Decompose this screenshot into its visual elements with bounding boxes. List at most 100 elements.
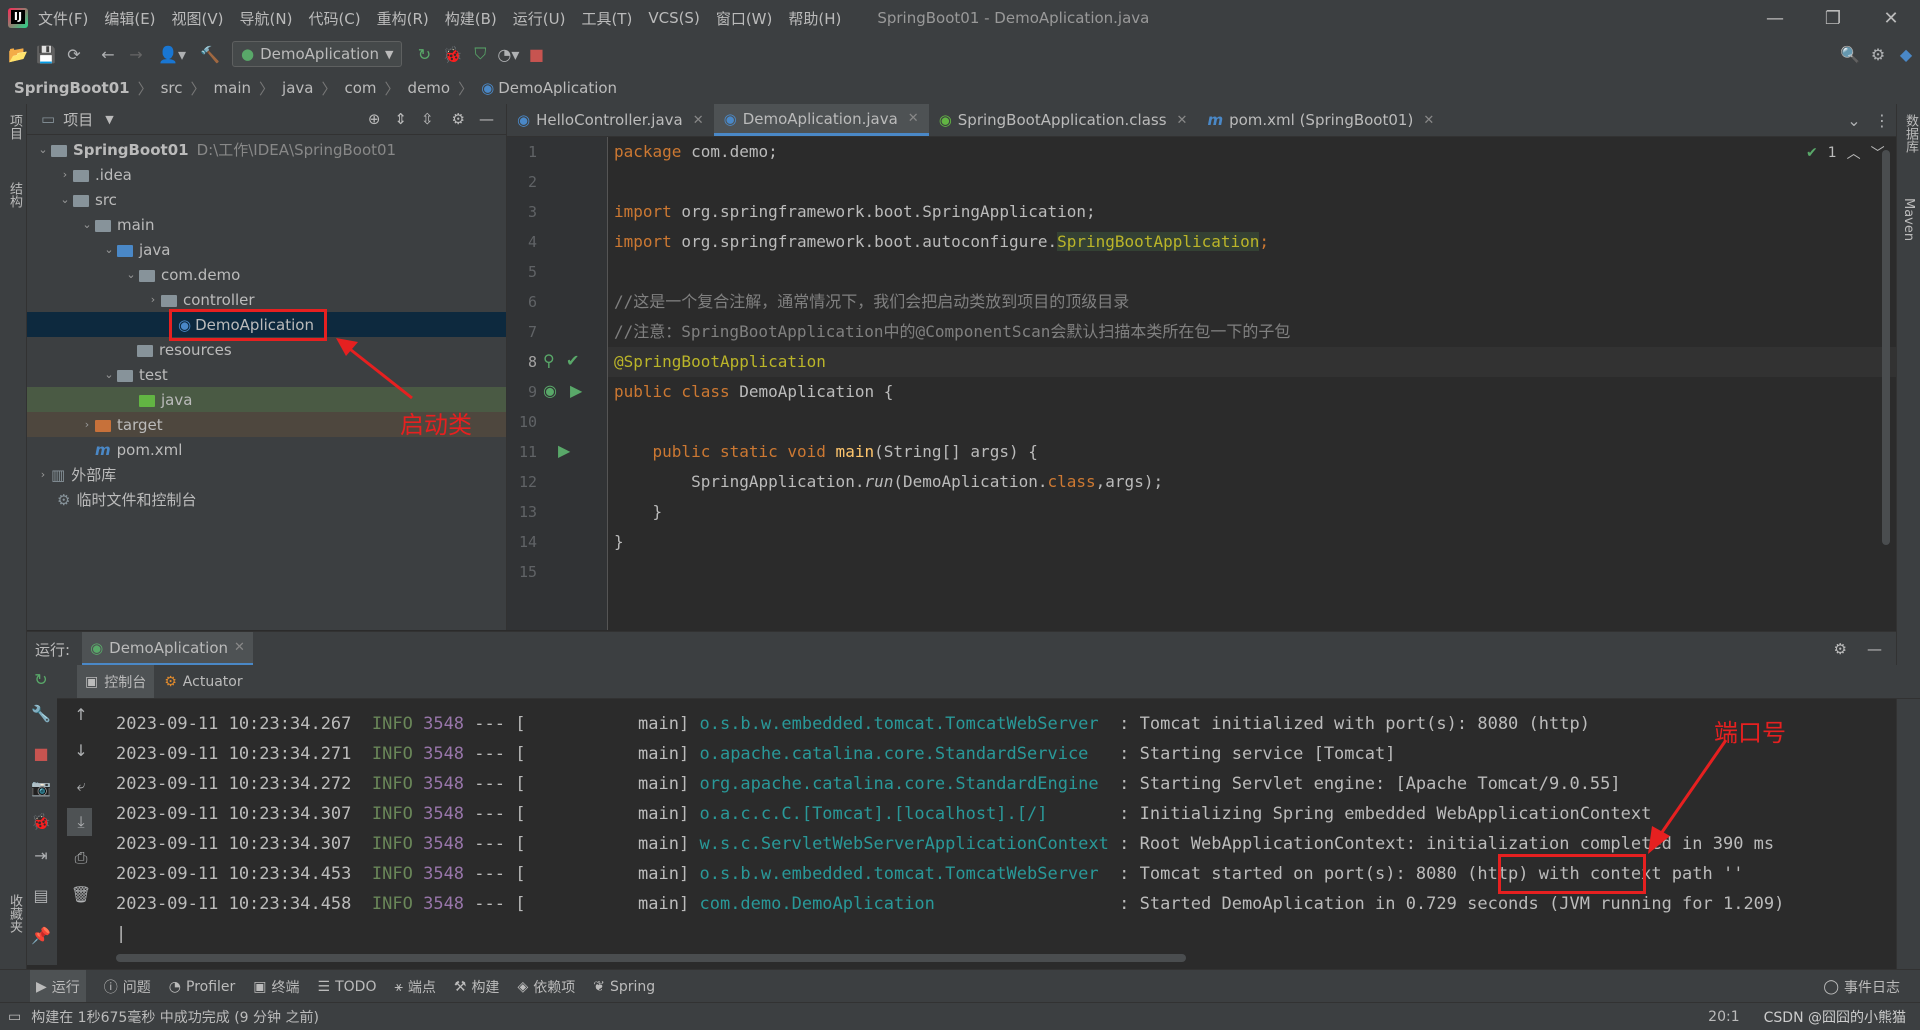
tree-item-resources[interactable]: resources <box>27 337 506 362</box>
collapse-all-icon[interactable]: ⇳ <box>421 110 434 128</box>
run-gutter-icon[interactable]: ▶ <box>570 381 582 400</box>
gear-icon[interactable]: ⚙ <box>452 110 465 128</box>
console-output[interactable]: 2023-09-11 10:23:34.267 INFO 3548 --- [ … <box>92 699 1896 965</box>
sync-icon[interactable]: ⟳ <box>60 40 88 68</box>
menu-item-2[interactable]: 视图(V) <box>172 8 224 29</box>
close-icon[interactable]: ✕ <box>1423 113 1434 128</box>
tree-item-project-root[interactable]: ⌄ SpringBoot01 D:\工作\IDEA\SpringBoot01 <box>27 137 506 162</box>
forward-icon[interactable]: → <box>122 40 150 68</box>
chevron-down-icon[interactable]: ⌄ <box>101 368 117 381</box>
project-panel-title[interactable]: 项目 <box>63 109 93 130</box>
open-folder-icon[interactable]: 📂 <box>4 40 32 68</box>
breadcrumb-item-class[interactable]: DemoAplication <box>498 79 617 97</box>
console-horizontal-scrollbar[interactable] <box>116 954 1186 962</box>
rerun-icon[interactable]: ↻ <box>410 40 438 68</box>
project-tool-tab[interactable]: 项目 <box>5 114 24 140</box>
close-icon[interactable]: ✕ <box>693 113 704 128</box>
chevron-down-icon[interactable]: ⌄ <box>79 218 95 231</box>
pin-icon[interactable]: 📌 <box>27 921 55 949</box>
chevron-up-icon[interactable]: ︿ <box>1847 143 1861 163</box>
menu-item-9[interactable]: VCS(S) <box>648 9 699 27</box>
scroll-to-end-icon[interactable]: ⤓ <box>67 808 95 836</box>
run-gutter-icon[interactable]: ▶ <box>558 441 570 460</box>
tree-item-scratches[interactable]: ⚙ 临时文件和控制台 <box>27 487 506 512</box>
exit-icon[interactable]: ⇥ <box>27 841 55 869</box>
chevron-down-icon[interactable]: ⌄ <box>35 143 51 156</box>
breadcrumb-item-project[interactable]: SpringBoot01 <box>14 79 130 97</box>
locate-icon[interactable]: ⊕ <box>368 110 381 128</box>
run-tab-demoaplication[interactable]: ◉ DemoAplication ✕ <box>82 632 253 666</box>
gear-icon[interactable]: ⚙ <box>1834 640 1847 658</box>
build-hammer-icon[interactable]: 🔨 <box>196 40 224 68</box>
maven-tool-tab[interactable]: Maven <box>1901 198 1916 241</box>
bottom-tab-profiler[interactable]: ◔ Profiler <box>169 979 236 995</box>
menu-item-6[interactable]: 构建(B) <box>445 8 497 29</box>
tree-item-idea[interactable]: › .idea <box>27 162 506 187</box>
menu-item-10[interactable]: 窗口(W) <box>716 8 773 29</box>
inspection-widget[interactable]: ✔ 1 ︿ ﹀ <box>1806 143 1885 163</box>
tab-actuator[interactable]: ⚙ Actuator <box>154 665 252 698</box>
tree-item-src[interactable]: ⌄ src <box>27 187 506 212</box>
status-panel-icon[interactable]: ▭ <box>8 1009 21 1025</box>
tab-demoaplication[interactable]: ◉ DemoAplication.java ✕ <box>713 104 929 136</box>
close-icon[interactable]: ✕ <box>1862 8 1920 29</box>
save-icon[interactable]: 💾 <box>32 40 60 68</box>
wrench-icon[interactable]: 🔧 <box>27 699 55 727</box>
tab-springbootapplication-class[interactable]: ◉ SpringBootApplication.class ✕ <box>929 104 1198 136</box>
database-tool-tab[interactable]: 数据库 <box>1901 114 1920 153</box>
chevron-down-icon[interactable]: ⌄ <box>57 193 73 206</box>
search-icon[interactable]: 🔍 <box>1836 40 1864 68</box>
breadcrumb-item-src[interactable]: src <box>161 79 183 97</box>
close-icon[interactable]: ✕ <box>908 111 919 126</box>
bottom-tab-dependencies[interactable]: ◈ 依赖项 <box>517 977 575 997</box>
bottom-tab-spring[interactable]: ❦ Spring <box>593 979 655 995</box>
menu-item-5[interactable]: 重构(R) <box>377 8 429 29</box>
debug-icon[interactable]: 🐞 <box>27 807 55 835</box>
status-message[interactable]: 构建在 1秒675毫秒 中成功完成 (9 分钟 之前) <box>31 1007 319 1027</box>
chevron-right-icon[interactable]: › <box>145 293 161 306</box>
bottom-tab-endpoints[interactable]: ⚹ 端点 <box>394 977 435 997</box>
bottom-tab-problems[interactable]: ⓘ 问题 <box>104 977 151 997</box>
stop-icon[interactable]: ■ <box>27 739 55 767</box>
coverage-icon[interactable]: ⛉ <box>466 40 494 68</box>
tree-item-external-libraries[interactable]: › ▥ 外部库 <box>27 462 506 487</box>
chevron-right-icon[interactable]: › <box>35 468 51 481</box>
structure-tool-tab[interactable]: 结构 <box>5 182 24 208</box>
chevron-down-icon[interactable]: ⌄ <box>101 243 117 256</box>
print-icon[interactable]: ⎙ <box>67 844 95 872</box>
tree-item-java-main[interactable]: ⌄ java <box>27 237 506 262</box>
minimize-icon[interactable]: — <box>1746 8 1804 29</box>
menu-item-7[interactable]: 运行(U) <box>513 8 566 29</box>
chevron-down-icon[interactable]: ▼ <box>105 113 113 126</box>
toolbox-icon[interactable]: ◆ <box>1892 40 1920 68</box>
debug-icon[interactable]: 🐞 <box>438 40 466 68</box>
breadcrumb-item-demo[interactable]: demo <box>408 79 451 97</box>
chevron-right-icon[interactable]: › <box>79 418 95 431</box>
breadcrumb-item-main[interactable]: main <box>214 79 251 97</box>
close-icon[interactable]: ✕ <box>234 640 245 655</box>
tree-item-package-com-demo[interactable]: ⌄ com.demo <box>27 262 506 287</box>
menu-item-0[interactable]: 文件(F) <box>38 8 88 29</box>
stop-icon[interactable]: ■ <box>522 40 550 68</box>
tree-item-pom[interactable]: m pom.xml <box>27 437 506 462</box>
bottom-tab-todo[interactable]: ☰ TODO <box>318 979 377 995</box>
gear-icon[interactable]: ⚙ <box>1864 40 1892 68</box>
rerun-icon[interactable]: ↻ <box>27 665 55 693</box>
menu-item-1[interactable]: 编辑(E) <box>104 8 155 29</box>
more-icon[interactable]: ⋮ <box>1868 106 1896 134</box>
cursor-position[interactable]: 20:1 <box>1708 1009 1739 1025</box>
breadcrumb-item-java[interactable]: java <box>282 79 313 97</box>
trash-icon[interactable]: 🗑 <box>67 880 95 908</box>
spring-bean-gutter-icon[interactable]: ◉ <box>543 381 557 400</box>
hide-icon[interactable]: — <box>1867 640 1882 658</box>
bottom-tab-build[interactable]: ⚒ 构建 <box>454 977 500 997</box>
menu-item-11[interactable]: 帮助(H) <box>788 8 841 29</box>
run-configuration-select[interactable]: ● DemoAplication ▼ <box>232 41 403 67</box>
editor-scrollbar[interactable] <box>1882 150 1890 545</box>
code-editor[interactable]: package com.demo; import org.springframe… <box>608 137 1896 630</box>
tree-item-test[interactable]: ⌄ test <box>27 362 506 387</box>
back-icon[interactable]: ← <box>94 40 122 68</box>
event-log-tab[interactable]: ◯ 事件日志 <box>1823 977 1900 997</box>
chevron-down-icon[interactable]: ⌄ <box>123 268 139 281</box>
tab-pom[interactable]: m pom.xml (SpringBoot01) ✕ <box>1197 104 1444 136</box>
